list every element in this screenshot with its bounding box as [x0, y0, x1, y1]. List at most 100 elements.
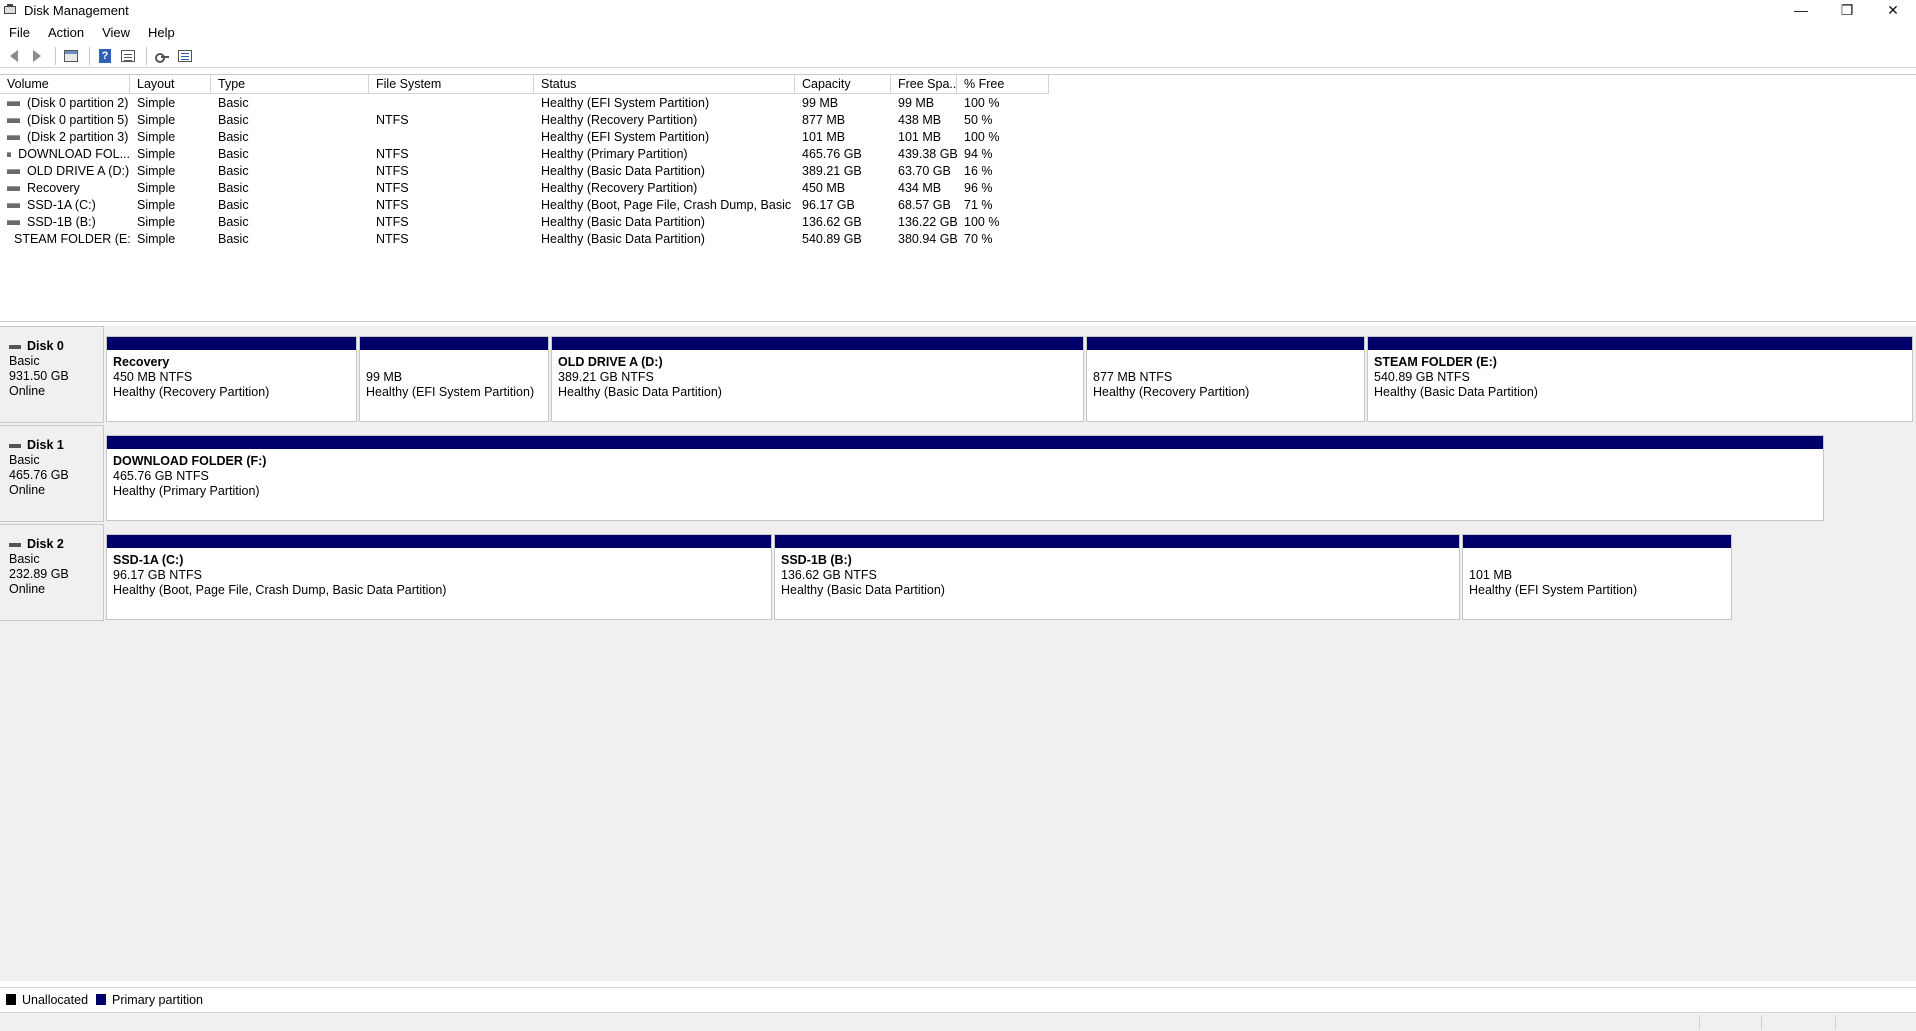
status-bar-divider [1699, 1015, 1700, 1030]
disk-row-0: Disk 0 Basic 931.50 GB Online Recovery 4… [0, 326, 1916, 423]
partition-type-bar [1463, 535, 1731, 549]
partition-size: 136.62 GB NTFS [781, 568, 877, 582]
cell-free-space: 68.57 GB [898, 198, 951, 212]
menu-action[interactable]: Action [39, 25, 93, 40]
cell-percent-free: 70 % [964, 232, 993, 246]
cell-file-system [369, 95, 534, 112]
cell-type: Basic [218, 181, 249, 195]
partition-steam-folder[interactable]: STEAM FOLDER (E:) 540.89 GB NTFS Healthy… [1367, 336, 1913, 422]
column-header-status[interactable]: Status [534, 75, 795, 94]
help-button[interactable]: ? [95, 46, 115, 66]
cell-file-system: NTFS [376, 232, 409, 246]
cell-type: Basic [218, 232, 249, 246]
cell-status: Healthy (Basic Data Partition) [541, 232, 705, 246]
rescan-icon [155, 51, 169, 63]
list-view-button[interactable] [175, 46, 195, 66]
partition-size: 465.76 GB NTFS [113, 469, 209, 483]
column-header-percent-free[interactable]: % Free [957, 75, 1049, 94]
cell-volume: (Disk 2 partition 3) [0, 129, 130, 146]
volume-row[interactable]: SSD-1B (B:) Simple Basic NTFS Healthy (Basic… [0, 214, 1049, 231]
menu-help[interactable]: Help [139, 25, 184, 40]
volume-row[interactable]: DOWNLOAD FOL... Simple Basic NTFS Healthy (P… [0, 146, 1049, 163]
volume-row[interactable]: Recovery Simple Basic NTFS Healthy (Recovery… [0, 180, 1049, 197]
partition-name [1469, 553, 1731, 568]
legend-swatch-unallocated [6, 994, 16, 1005]
cell-percent-free: 100 % [964, 215, 1000, 229]
disk-name: Disk 1 [27, 438, 64, 452]
partition-efi-disk2[interactable]: 101 MB Healthy (EFI System Partition) [1462, 534, 1732, 620]
volume-row[interactable]: STEAM FOLDER (E:) Simple Basic NTFS Healthy … [0, 231, 1049, 248]
properties-button[interactable] [118, 46, 138, 66]
cell-file-system: NTFS [376, 113, 409, 127]
cell-volume: DOWNLOAD FOL... [0, 146, 130, 163]
partition-ssd-1b[interactable]: SSD-1B (B:) 136.62 GB NTFS Healthy (Basi… [774, 534, 1460, 620]
disk-label-0[interactable]: Disk 0 Basic 931.50 GB Online [0, 326, 104, 423]
partition-recovery-disk0-p5[interactable]: 877 MB NTFS Healthy (Recovery Partition) [1086, 336, 1365, 422]
partition-name: STEAM FOLDER (E:) [1374, 355, 1497, 369]
cell-status: Healthy (Primary Partition) [541, 147, 688, 161]
partition-type-bar [360, 337, 548, 351]
close-button[interactable]: ✕ [1870, 0, 1916, 20]
volume-list-header: Volume Layout Type File System Status Ca… [0, 75, 1049, 94]
volume-icon [7, 101, 20, 106]
rescan-button[interactable] [152, 46, 172, 66]
disk-label-1[interactable]: Disk 1 Basic 465.76 GB Online [0, 425, 104, 522]
cell-file-system: NTFS [376, 164, 409, 178]
cell-volume: Recovery [0, 180, 130, 197]
restore-button[interactable]: ❐ [1824, 0, 1870, 20]
volume-row[interactable]: SSD-1A (C:) Simple Basic NTFS Healthy (Boot,… [0, 197, 1049, 214]
disk-icon [9, 443, 21, 448]
menu-view[interactable]: View [93, 25, 139, 40]
volume-name: (Disk 0 partition 2) [27, 96, 129, 110]
cell-type: Basic [218, 198, 249, 212]
properties-icon [121, 49, 135, 62]
column-header-layout[interactable]: Layout [130, 75, 211, 94]
partition-type-bar [1368, 337, 1912, 351]
partition-download-folder[interactable]: DOWNLOAD FOLDER (F:) 465.76 GB NTFS Heal… [106, 435, 1824, 521]
volume-name: SSD-1B (B:) [27, 215, 96, 229]
partition-type-bar [107, 436, 1823, 450]
partition-size: 96.17 GB NTFS [113, 568, 202, 582]
console-tree-button[interactable] [61, 46, 81, 66]
cell-layout: Simple [137, 113, 176, 127]
cell-type: Basic [218, 215, 249, 229]
cell-layout: Simple [137, 164, 176, 178]
partition-size: 450 MB NTFS [113, 370, 193, 384]
cell-free-space: 101 MB [898, 130, 942, 144]
volume-row[interactable]: (Disk 2 partition 3) Simple Basic Healthy (… [0, 129, 1049, 146]
column-header-type[interactable]: Type [211, 75, 369, 94]
partition-name: SSD-1B (B:) [781, 553, 852, 567]
column-header-capacity[interactable]: Capacity [795, 75, 891, 94]
partition-size: 389.21 GB NTFS [558, 370, 654, 384]
partition-status: Healthy (Primary Partition) [113, 484, 260, 498]
back-button[interactable] [4, 46, 24, 66]
volume-name: Recovery [27, 181, 80, 195]
volume-row[interactable]: (Disk 0 partition 2) Simple Basic Healthy (… [0, 95, 1049, 112]
partition-efi-disk0[interactable]: 99 MB Healthy (EFI System Partition) [359, 336, 549, 422]
volume-row[interactable]: OLD DRIVE A (D:) Simple Basic NTFS Healthy (… [0, 163, 1049, 180]
cell-percent-free: 94 % [964, 147, 993, 161]
cell-free-space: 438 MB [898, 113, 942, 127]
partition-old-drive-a[interactable]: OLD DRIVE A (D:) 389.21 GB NTFS Healthy … [551, 336, 1084, 422]
disk-type: Basic [9, 453, 40, 467]
cell-status: Healthy (Recovery Partition) [541, 181, 698, 195]
disk-label-2[interactable]: Disk 2 Basic 232.89 GB Online [0, 524, 104, 621]
column-header-file-system[interactable]: File System [369, 75, 534, 94]
volume-row[interactable]: (Disk 0 partition 5) Simple Basic NTFS Healt… [0, 112, 1049, 129]
menu-file[interactable]: File [0, 25, 39, 40]
partition-type-bar [775, 535, 1459, 549]
column-header-free-space[interactable]: Free Spa... [891, 75, 957, 94]
menu-bar: File Action View Help [0, 22, 184, 42]
partition-recovery[interactable]: Recovery 450 MB NTFS Healthy (Recovery P… [106, 336, 357, 422]
minimize-button[interactable]: — [1778, 0, 1824, 20]
cell-file-system: NTFS [376, 181, 409, 195]
cell-free-space: 439.38 GB [898, 147, 957, 161]
column-header-volume[interactable]: Volume [0, 75, 130, 94]
volume-name: OLD DRIVE A (D:) [27, 164, 130, 178]
partition-ssd-1a[interactable]: SSD-1A (C:) 96.17 GB NTFS Healthy (Boot,… [106, 534, 772, 620]
forward-button[interactable] [27, 46, 47, 66]
partition-type-bar [1087, 337, 1364, 351]
window-title: Disk Management [24, 2, 129, 18]
partition-status: Healthy (EFI System Partition) [366, 385, 535, 399]
volume-list: Volume Layout Type File System Status Ca… [0, 74, 1916, 322]
